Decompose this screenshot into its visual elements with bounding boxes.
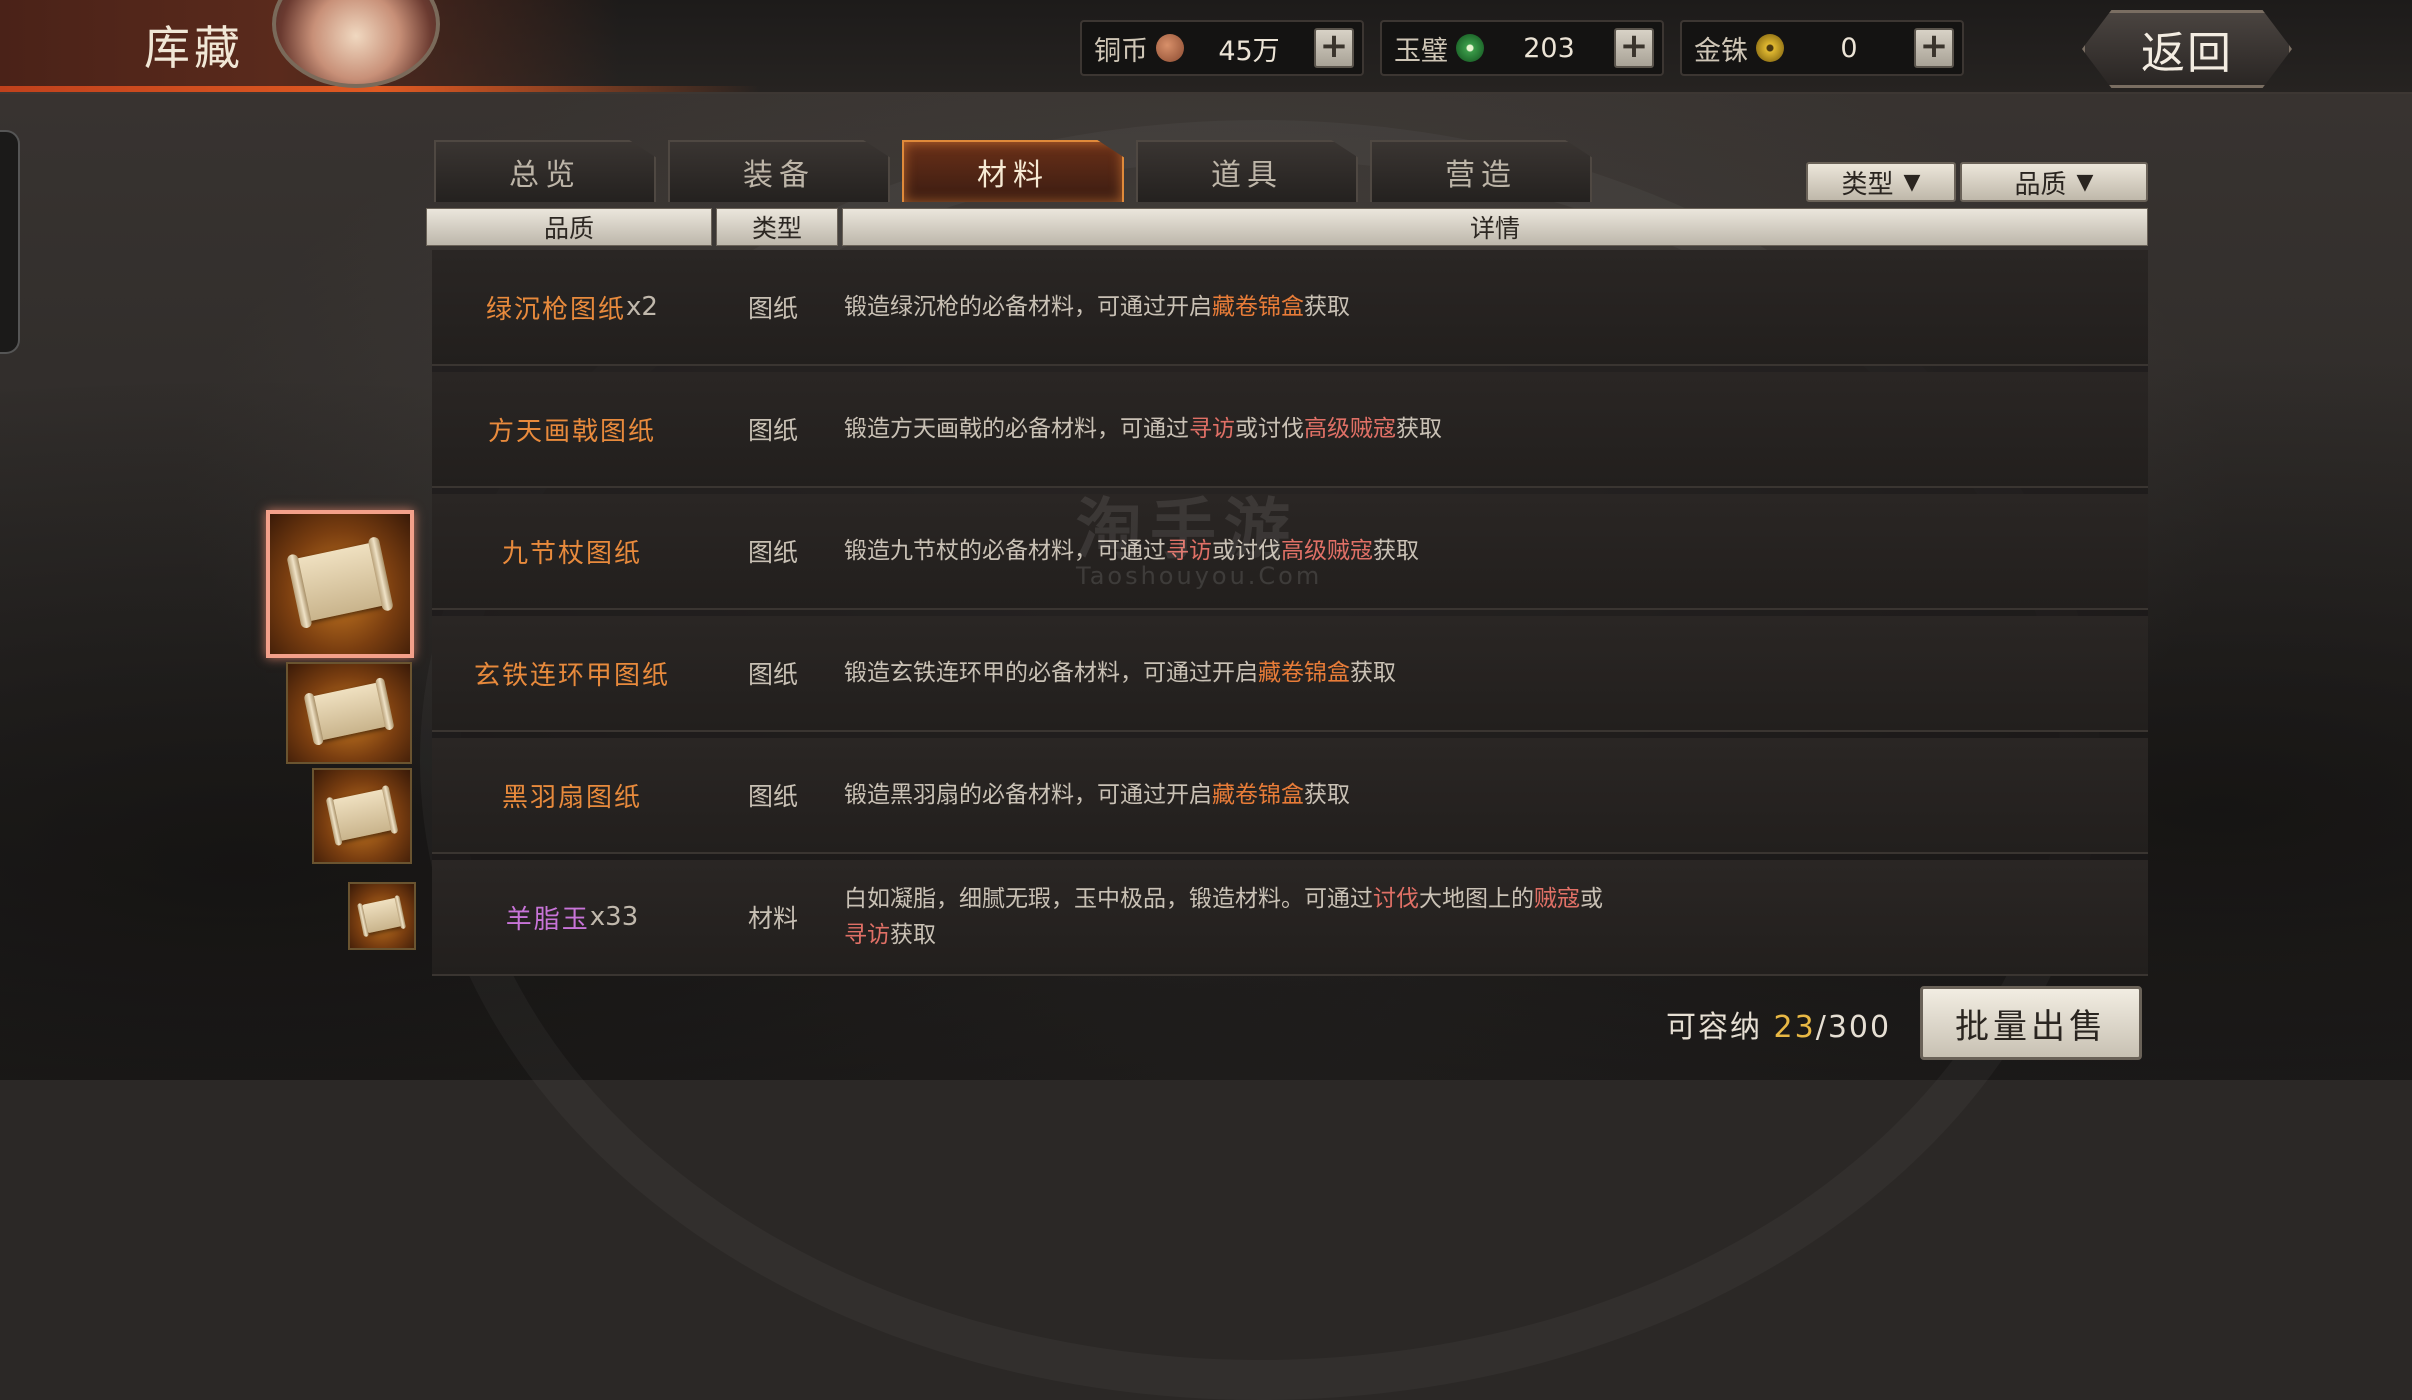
bulk-sell-button[interactable]: 批量出售 bbox=[1920, 986, 2142, 1060]
currency-name: 铜币 bbox=[1094, 35, 1148, 67]
title-underline bbox=[0, 86, 760, 92]
item-type: 图纸 bbox=[747, 538, 798, 567]
type-filter-label: 类型 bbox=[1841, 169, 1894, 200]
item-type: 图纸 bbox=[747, 416, 798, 445]
list-item[interactable]: 黑羽扇图纸 图纸 锻造黑羽扇的必备材料，可通过开启藏卷锦盒获取 bbox=[432, 738, 2148, 854]
jade-disc-icon bbox=[1456, 34, 1484, 62]
top-bar: 库藏 铜币 45万 + 玉璧 203 + 金铢 0 + 返回 bbox=[0, 0, 2412, 94]
item-list[interactable]: 绿沉枪图纸 x2 图纸 锻造绿沉枪的必备材料，可通过开启藏卷锦盒获取 方天画戟图纸… bbox=[432, 250, 2148, 976]
item-name: 九节杖图纸 bbox=[501, 538, 642, 569]
item-detail: 锻造玄铁连环甲的必备材料，可通过开启藏卷锦盒获取 bbox=[844, 660, 1396, 686]
blueprint-scroll-icon[interactable] bbox=[286, 662, 412, 764]
item-type: 材料 bbox=[747, 904, 798, 933]
list-item[interactable]: 绿沉枪图纸 x2 图纸 锻造绿沉枪的必备材料，可通过开启藏卷锦盒获取 bbox=[432, 250, 2148, 366]
currency-jade: 玉璧 203 + bbox=[1380, 20, 1664, 76]
currency-value: 0 bbox=[1840, 32, 1858, 64]
side-handle bbox=[0, 130, 20, 354]
currency-copper: 铜币 45万 + bbox=[1080, 20, 1364, 76]
list-item[interactable]: 方天画戟图纸 图纸 锻造方天画戟的必备材料，可通过寻访或讨伐高级贼寇获取 bbox=[432, 372, 2148, 488]
copper-coin-icon bbox=[1156, 34, 1184, 62]
item-type: 图纸 bbox=[747, 782, 798, 811]
add-copper-button[interactable]: + bbox=[1314, 28, 1354, 68]
chevron-down-icon: ▼ bbox=[1903, 169, 1921, 195]
column-header-type[interactable]: 类型 bbox=[716, 208, 838, 246]
currency-name: 金铢 bbox=[1694, 35, 1748, 67]
tab-overview[interactable]: 总览 bbox=[434, 140, 656, 202]
column-header-detail: 详情 bbox=[842, 208, 2148, 246]
currency-name: 玉璧 bbox=[1394, 35, 1448, 67]
back-button[interactable]: 返回 bbox=[2082, 10, 2292, 88]
item-name: 方天画戟图纸 bbox=[487, 416, 656, 447]
currency-value: 45万 bbox=[1218, 35, 1280, 67]
item-name: 玄铁连环甲图纸 bbox=[473, 660, 670, 691]
item-name: 羊脂玉 x33 bbox=[505, 902, 639, 935]
list-item[interactable]: 羊脂玉 x33 材料 白如凝脂，细腻无瑕，玉中极品，锻造材料。可通过讨伐大地图上的… bbox=[432, 860, 2148, 976]
item-detail: 锻造方天画戟的必备材料，可通过寻访或讨伐高级贼寇获取 bbox=[844, 416, 1442, 442]
list-item[interactable]: 玄铁连环甲图纸 图纸 锻造玄铁连环甲的必备材料，可通过开启藏卷锦盒获取 bbox=[432, 616, 2148, 732]
column-header-quality[interactable]: 品质 bbox=[426, 208, 712, 246]
tab-equipment[interactable]: 装备 bbox=[668, 140, 890, 202]
blueprint-scroll-icon[interactable] bbox=[348, 882, 416, 950]
item-detail: 锻造绿沉枪的必备材料，可通过开启藏卷锦盒获取 bbox=[844, 294, 1350, 320]
page-title: 库藏 bbox=[144, 21, 244, 75]
blueprint-scroll-icon[interactable] bbox=[266, 510, 414, 658]
tab-items[interactable]: 道具 bbox=[1136, 140, 1358, 202]
chevron-down-icon: ▼ bbox=[2076, 169, 2094, 195]
item-detail: 锻造黑羽扇的必备材料，可通过开启藏卷锦盒获取 bbox=[844, 782, 1350, 808]
currency-value: 203 bbox=[1523, 32, 1575, 64]
quality-filter-button[interactable]: 品质 ▼ bbox=[1960, 162, 2148, 202]
add-gold-button[interactable]: + bbox=[1914, 28, 1954, 68]
watermark-url: Taoshouyou.Com bbox=[1076, 562, 1323, 590]
item-name: 黑羽扇图纸 bbox=[501, 782, 642, 813]
watermark: 淘手游 bbox=[1076, 491, 1298, 568]
item-type: 图纸 bbox=[747, 660, 798, 689]
type-filter-button[interactable]: 类型 ▼ bbox=[1806, 162, 1956, 202]
gold-coin-icon bbox=[1756, 34, 1784, 62]
item-type: 图纸 bbox=[747, 294, 798, 323]
quality-filter-label: 品质 bbox=[2014, 169, 2067, 200]
item-name: 绿沉枪图纸 x2 bbox=[486, 292, 658, 325]
item-detail: 白如凝脂，细腻无瑕，玉中极品，锻造材料。可通过讨伐大地图上的贼寇或寻访获取 bbox=[844, 886, 1603, 948]
currency-gold: 金铢 0 + bbox=[1680, 20, 1964, 76]
capacity-indicator: 可容纳 23/300 bbox=[1666, 1010, 1892, 1045]
tab-construction[interactable]: 营造 bbox=[1370, 140, 1592, 202]
tab-materials[interactable]: 材料 bbox=[902, 140, 1124, 202]
blueprint-scroll-icon[interactable] bbox=[312, 768, 412, 864]
add-jade-button[interactable]: + bbox=[1614, 28, 1654, 68]
